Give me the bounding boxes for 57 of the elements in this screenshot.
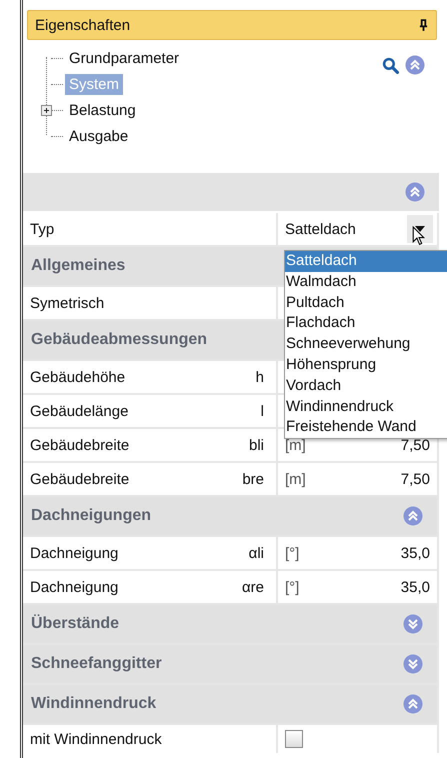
dropdown-option[interactable]: Pultdach — [285, 292, 447, 314]
collapse-icon[interactable] — [405, 55, 425, 75]
section-title: Überstände — [31, 615, 120, 633]
section-header[interactable]: Schneefanggitter — [23, 645, 437, 683]
property-label: mit Windinnendruck — [30, 730, 162, 748]
unit-label: [m] — [285, 436, 306, 454]
dropdown-option[interactable]: Satteldach — [285, 251, 447, 272]
property-symbol: l — [260, 402, 264, 420]
property-label: Dachneigung — [30, 544, 118, 562]
unit-label: [°] — [285, 578, 300, 596]
section-title: Schneefanggitter — [31, 655, 162, 673]
section-header[interactable]: Überstände — [23, 605, 437, 643]
mouse-cursor-icon — [412, 226, 425, 246]
value-text: 7,50 — [400, 470, 430, 488]
expand-icon[interactable] — [403, 614, 423, 634]
section-header[interactable]: Windinnendruck — [23, 685, 437, 723]
property-label: Gebäudebreite — [30, 436, 130, 454]
value-text: 35,0 — [400, 544, 430, 562]
value-cell[interactable] — [278, 725, 437, 753]
caret-icon — [415, 226, 425, 232]
value-cell[interactable]: Satteldach — [278, 213, 437, 245]
pin-icon[interactable] — [419, 18, 428, 32]
property-label: Typ — [30, 220, 54, 238]
panel-title: Eigenschaften — [35, 16, 130, 34]
property-symbol: bli — [248, 436, 264, 454]
property-symbol: bre — [242, 470, 264, 488]
combo-value: Satteldach — [285, 220, 356, 238]
section-title: Allgemeines — [31, 257, 126, 275]
collapse-icon[interactable] — [403, 694, 423, 714]
tree-item[interactable]: Belastung — [65, 100, 140, 120]
property-symbol: h — [256, 368, 264, 386]
collapse-icon[interactable] — [403, 506, 423, 526]
dropdown-option[interactable]: Freistehende Wand — [285, 417, 447, 438]
property-label: Gebäudehöhe — [30, 368, 126, 386]
property-label: Dachneigung — [30, 578, 118, 596]
unit-label: [m] — [285, 470, 306, 488]
section-title: Gebäudeabmessungen — [31, 331, 208, 349]
property-label: Gebäudelänge — [30, 402, 128, 420]
tree-item[interactable]: Ausgabe — [65, 126, 132, 146]
section-title: Dachneigungen — [31, 507, 152, 525]
value-text: 35,0 — [400, 578, 430, 596]
checkbox[interactable] — [285, 730, 303, 748]
section-header[interactable]: Dachneigungen — [23, 497, 437, 535]
property-label: Gebäudebreite — [30, 470, 130, 488]
property-symbol: αre — [242, 578, 264, 596]
property-symbol: αli — [248, 544, 264, 562]
unit-label: [°] — [285, 544, 300, 562]
tree-item[interactable]: Grundparameter — [65, 48, 184, 68]
dropdown-option[interactable]: Vordach — [285, 376, 447, 397]
plus-box-icon[interactable] — [41, 104, 52, 116]
expand-icon[interactable] — [403, 654, 423, 674]
property-label: Symetrisch — [30, 294, 104, 312]
dropdown-option[interactable]: Windinnendruck — [285, 396, 447, 418]
value-text: 7,50 — [400, 436, 430, 454]
collapse-icon[interactable] — [405, 182, 425, 202]
section-title: Windinnendruck — [31, 695, 156, 713]
search-icon[interactable] — [382, 57, 399, 74]
